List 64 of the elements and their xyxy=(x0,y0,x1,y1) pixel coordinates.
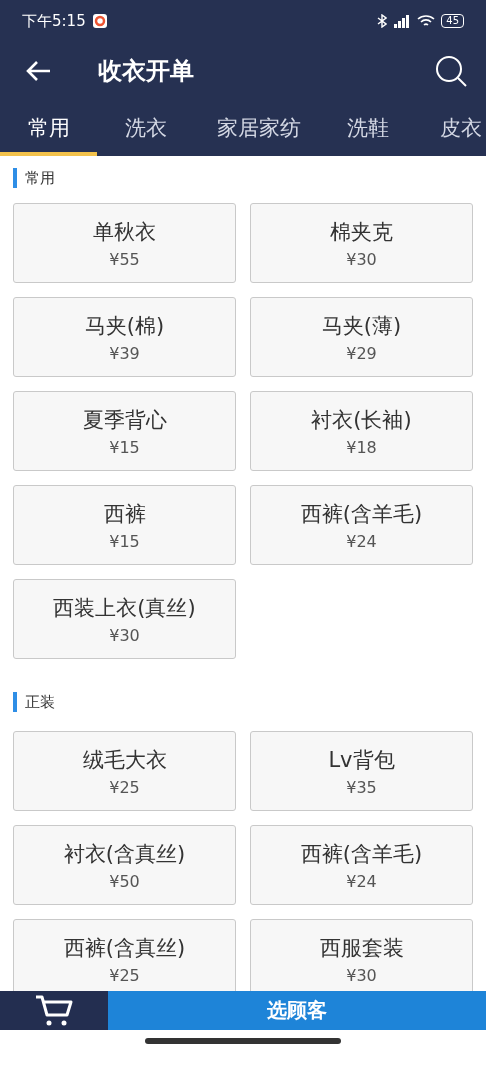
item-card[interactable]: 西裤(含羊毛) ¥24 xyxy=(250,825,473,905)
category-tab[interactable]: 洗鞋 xyxy=(324,100,412,156)
category-tab[interactable]: 家居家纺 xyxy=(194,100,324,156)
item-price: ¥30 xyxy=(346,965,377,985)
item-card[interactable]: 西服套装 ¥30 xyxy=(250,919,473,991)
cart-icon xyxy=(34,993,74,1028)
item-name: 马夹(薄) xyxy=(321,312,402,340)
item-card[interactable]: 马夹(薄) ¥29 xyxy=(250,297,473,377)
item-name: 西装上衣(真丝) xyxy=(53,594,196,622)
item-name: 夏季背心 xyxy=(82,406,167,434)
item-card[interactable]: 夏季背心 ¥15 xyxy=(13,391,236,471)
item-name: Lv背包 xyxy=(328,746,395,774)
item-price: ¥25 xyxy=(109,777,140,797)
item-name: 绒毛大衣 xyxy=(82,746,167,774)
item-price: ¥24 xyxy=(346,531,377,551)
item-card[interactable]: 西裤 ¥15 xyxy=(13,485,236,565)
category-tab[interactable]: 皮衣 xyxy=(412,100,486,156)
item-price: ¥15 xyxy=(109,531,140,551)
item-card[interactable]: 西裤(含真丝) ¥25 xyxy=(13,919,236,991)
category-tab[interactable]: 常用 xyxy=(0,100,97,156)
item-price: ¥25 xyxy=(109,965,140,985)
search-icon[interactable] xyxy=(434,54,468,88)
item-price: ¥55 xyxy=(109,249,140,269)
item-price: ¥29 xyxy=(346,343,377,363)
bluetooth-icon xyxy=(377,14,388,28)
item-price: ¥24 xyxy=(346,871,377,891)
item-name: 西裤 xyxy=(103,500,146,528)
item-price: ¥50 xyxy=(109,871,140,891)
item-price: ¥35 xyxy=(346,777,377,797)
page-title: 收衣开单 xyxy=(98,56,195,87)
item-card[interactable]: 绒毛大衣 ¥25 xyxy=(13,731,236,811)
battery-level: 45 xyxy=(441,14,464,28)
signal-icon xyxy=(393,14,412,28)
item-name: 西裤(含羊毛) xyxy=(300,840,423,868)
item-price: ¥39 xyxy=(109,343,140,363)
item-name: 棉夹克 xyxy=(330,218,393,246)
item-price: ¥30 xyxy=(346,249,377,269)
wifi-icon xyxy=(417,14,436,28)
back-arrow-icon[interactable] xyxy=(26,60,52,82)
item-price: ¥15 xyxy=(109,437,140,457)
item-price: ¥30 xyxy=(109,625,140,645)
item-card[interactable]: 单秋衣 ¥55 xyxy=(13,203,236,283)
select-customer-button[interactable]: 选顾客 xyxy=(108,991,486,1030)
item-card[interactable]: 衬衣(长袖) ¥18 xyxy=(250,391,473,471)
app-notification-icon xyxy=(91,13,108,29)
item-name: 西裤(含真丝) xyxy=(63,934,186,962)
item-name: 西裤(含羊毛) xyxy=(300,500,423,528)
item-card[interactable]: 西装上衣(真丝) ¥30 xyxy=(13,579,236,659)
section-title: 正装 xyxy=(25,692,55,712)
item-name: 马夹(棉) xyxy=(84,312,165,340)
cart-button[interactable] xyxy=(0,991,108,1030)
item-card[interactable]: 马夹(棉) ¥39 xyxy=(13,297,236,377)
item-name: 单秋衣 xyxy=(93,218,156,246)
item-name: 衬衣(含真丝) xyxy=(63,840,186,868)
item-card[interactable]: 棉夹克 ¥30 xyxy=(250,203,473,283)
item-price: ¥18 xyxy=(346,437,377,457)
item-card[interactable]: Lv背包 ¥35 xyxy=(250,731,473,811)
category-tab[interactable]: 洗衣 xyxy=(97,100,194,156)
item-card[interactable]: 衬衣(含真丝) ¥50 xyxy=(13,825,236,905)
section-title: 常用 xyxy=(25,168,55,188)
item-name: 西服套装 xyxy=(319,934,404,962)
item-card[interactable]: 西裤(含羊毛) ¥24 xyxy=(250,485,473,565)
status-time: 下午5:15 xyxy=(22,11,86,31)
item-name: 衬衣(长袖) xyxy=(311,406,412,434)
